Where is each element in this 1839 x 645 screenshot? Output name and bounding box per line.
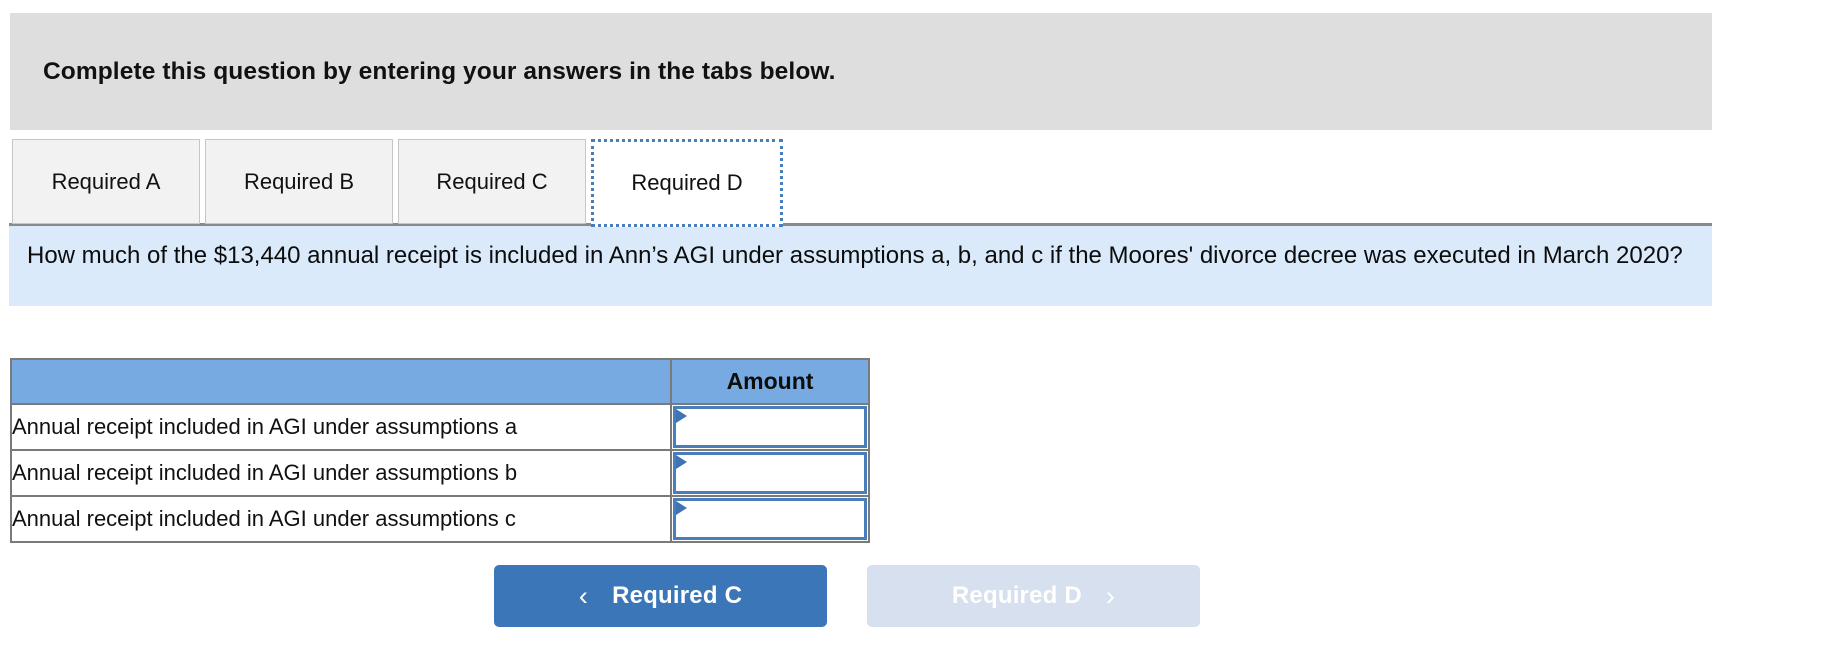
chevron-right-icon: ›: [1105, 580, 1116, 611]
next-required-d-button[interactable]: Required D ›: [867, 565, 1200, 627]
tab-required-a[interactable]: Required A: [12, 139, 200, 224]
amount-cell-assumption-c[interactable]: [670, 495, 870, 543]
row-label-assumption-a: Annual receipt included in AGI under ass…: [10, 403, 672, 451]
instruction-banner: Complete this question by entering your …: [10, 13, 1712, 130]
row-label-assumption-b: Annual receipt included in AGI under ass…: [10, 449, 672, 497]
table-header-row: Amount: [10, 358, 870, 405]
question-prompt-box: How much of the $13,440 annual receipt i…: [9, 226, 1712, 306]
prev-button-label: Required C: [612, 582, 743, 609]
tab-label: Required A: [51, 168, 161, 194]
tab-required-d[interactable]: Required D: [591, 139, 783, 227]
tab-required-c[interactable]: Required C: [398, 139, 586, 224]
amount-input-assumption-a[interactable]: [673, 406, 867, 448]
answer-table-head: Amount: [10, 358, 870, 405]
instruction-text: Complete this question by entering your …: [43, 57, 836, 85]
amount-input-assumption-b[interactable]: [673, 452, 867, 494]
tab-label: Required D: [631, 170, 743, 195]
tab-required-b[interactable]: Required B: [205, 139, 393, 224]
answer-table: Amount Annual receipt included in AGI un…: [10, 358, 870, 543]
tab-label: Required C: [436, 168, 548, 194]
table-row: Annual receipt included in AGI under ass…: [10, 449, 870, 497]
amount-input-assumption-c[interactable]: [673, 498, 867, 540]
amount-cell-assumption-a[interactable]: [670, 403, 870, 451]
column-header-label: [10, 358, 672, 405]
tab-label: Required B: [243, 168, 355, 194]
table-row: Annual receipt included in AGI under ass…: [10, 495, 870, 543]
next-button-label: Required D: [951, 582, 1082, 609]
chevron-left-icon: ‹: [578, 580, 589, 611]
column-header-amount: Amount: [670, 358, 870, 405]
prev-required-c-button[interactable]: ‹ Required C: [494, 565, 827, 627]
navigation-buttons: ‹ Required C Required D ›: [494, 565, 1200, 627]
question-prompt-text: How much of the $13,440 annual receipt i…: [27, 242, 1683, 269]
tab-strip: Required A Required B Required C Require…: [12, 139, 1712, 231]
amount-cell-assumption-b[interactable]: [670, 449, 870, 497]
row-label-assumption-c: Annual receipt included in AGI under ass…: [10, 495, 672, 543]
answer-table-body: Annual receipt included in AGI under ass…: [10, 403, 870, 543]
table-row: Annual receipt included in AGI under ass…: [10, 403, 870, 451]
